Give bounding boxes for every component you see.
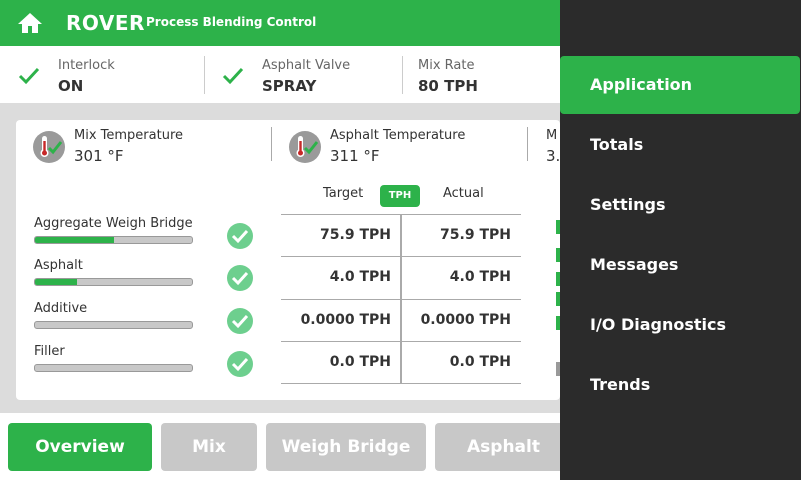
row-label-additive: Additive: [34, 301, 88, 316]
row-label-aggregate: Aggregate Weigh Bridge: [34, 216, 193, 231]
thermometer-icon: [33, 131, 65, 163]
value-grid: 75.9 TPH 75.9 TPH 4.0 TPH 4.0 TPH 0.0000…: [281, 214, 521, 384]
row-label-filler: Filler: [34, 344, 65, 359]
check-icon: [222, 67, 244, 85]
interlock-label: Interlock: [58, 58, 115, 73]
third-temperature-label: M: [546, 128, 558, 143]
target-value: 0.0 TPH: [329, 354, 391, 370]
asphalt-temperature-label: Asphalt Temperature: [330, 128, 466, 143]
ok-check-icon: [227, 223, 253, 249]
actual-header: Actual: [443, 186, 484, 201]
menu-item-totals[interactable]: Totals: [560, 116, 800, 174]
menu-item-messages[interactable]: Messages: [560, 236, 800, 294]
thermometer-icon: [289, 131, 321, 163]
progress-bar: [34, 321, 193, 329]
target-value: 75.9 TPH: [320, 227, 391, 243]
progress-bar: [34, 236, 193, 244]
home-icon[interactable]: [17, 11, 43, 35]
menu-item-application[interactable]: Application: [560, 56, 800, 114]
asphalt-temperature-value: 311 °F: [330, 147, 380, 165]
menu-item-settings[interactable]: Settings: [560, 176, 800, 234]
mix-rate-label: Mix Rate: [418, 58, 475, 73]
actual-value: 4.0 TPH: [449, 269, 511, 285]
third-temperature-value: 3.: [546, 147, 560, 165]
mix-temperature: Mix Temperature 301 °F: [32, 128, 272, 168]
asphalt-valve-label: Asphalt Valve: [262, 58, 351, 73]
actual-value: 0.0 TPH: [449, 354, 511, 370]
mix-temperature-value: 301 °F: [74, 147, 124, 165]
bottom-tabs: Overview Mix Weigh Bridge Asphalt: [0, 413, 572, 480]
tab-weigh-bridge[interactable]: Weigh Bridge: [266, 423, 426, 471]
mix-rate-value: 80 TPH: [418, 77, 478, 95]
ok-check-icon: [227, 308, 253, 334]
progress-bar: [34, 278, 193, 286]
interlock-value: ON: [58, 77, 84, 95]
status-strip: Interlock ON Asphalt Valve SPRAY Mix Rat…: [0, 46, 560, 103]
row-label-asphalt: Asphalt: [34, 258, 83, 273]
progress-bar: [34, 364, 193, 372]
divider: [527, 127, 528, 161]
app-subtitle: Process Blending Control: [146, 15, 317, 29]
top-bar: ROVER Process Blending Control: [0, 0, 560, 46]
check-icon: [18, 67, 40, 85]
menu-item-io-diagnostics[interactable]: I/O Diagnostics: [560, 296, 800, 354]
brand-name: ROVER: [66, 11, 145, 35]
tab-mix[interactable]: Mix: [161, 423, 257, 471]
tab-asphalt[interactable]: Asphalt: [435, 423, 572, 471]
ok-check-icon: [227, 351, 253, 377]
actual-value: 75.9 TPH: [440, 227, 511, 243]
asphalt-temperature: Asphalt Temperature 311 °F: [288, 128, 528, 168]
target-value: 4.0 TPH: [329, 269, 391, 285]
overview-panel: Mix Temperature 301 °F Asphalt Temperatu…: [16, 120, 560, 400]
ok-check-icon: [227, 265, 253, 291]
menu-item-trends[interactable]: Trends: [560, 356, 800, 414]
target-header: Target: [323, 186, 364, 201]
divider: [402, 56, 403, 94]
mix-temperature-label: Mix Temperature: [74, 128, 184, 143]
divider: [271, 127, 272, 161]
tab-overview[interactable]: Overview: [8, 423, 152, 471]
target-value: 0.0000 TPH: [300, 312, 391, 328]
unit-badge[interactable]: TPH: [380, 185, 420, 207]
side-menu: Application Totals Settings Messages I/O…: [560, 0, 801, 480]
divider: [204, 56, 205, 94]
actual-value: 0.0000 TPH: [420, 312, 511, 328]
asphalt-valve-value: SPRAY: [262, 77, 317, 95]
